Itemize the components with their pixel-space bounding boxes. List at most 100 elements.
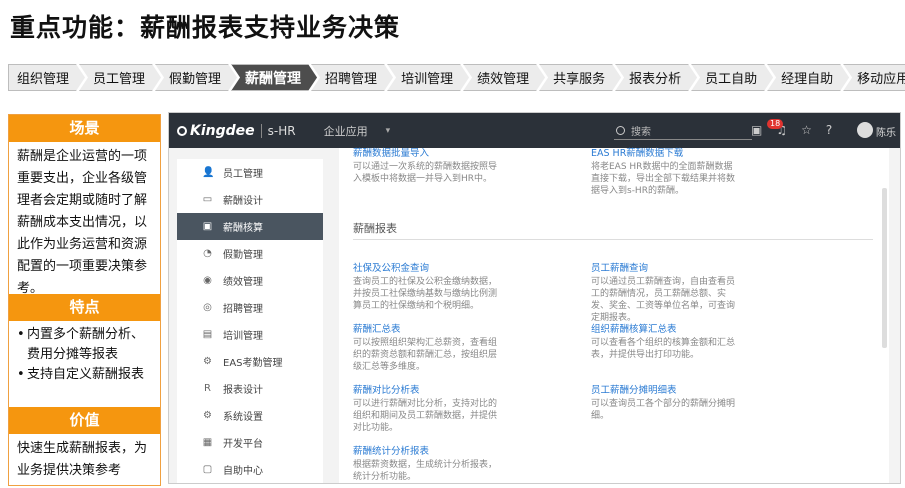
tile-title[interactable]: 薪酬对比分析表: [353, 382, 503, 396]
tile-title[interactable]: 薪酬汇总表: [353, 321, 503, 335]
top-tile[interactable]: EAS HR薪酬数据下载 将老EAS HR数据中的全面薪酬数据直接下载，导出全部…: [591, 145, 741, 197]
module-tab[interactable]: 薪酬管理: [231, 64, 317, 91]
sidebar-item-label: 假勤管理: [223, 250, 263, 261]
sidebar-item[interactable]: R 报表设计: [177, 375, 323, 402]
features-list: 内置多个薪酬分析、费用分摊等报表 支持自定义薪酬报表: [9, 321, 160, 407]
eas-icon: ⚙: [203, 356, 212, 367]
sidebar-item-label: 自助中心: [223, 466, 263, 477]
app-screenshot: Kingdee s-HR 企业应用 ▾ 搜索 ▣ ♫ ☆ ? 18 陈乐 👤 员工…: [168, 112, 901, 484]
module-tab[interactable]: 组织管理: [8, 64, 85, 91]
feature-item: 内置多个薪酬分析、费用分摊等报表: [17, 325, 154, 365]
tile-title[interactable]: 员工薪酬查询: [591, 260, 741, 274]
sidebar-item[interactable]: ▣ 薪酬核算: [177, 213, 323, 240]
kingdee-logo[interactable]: Kingdee: [177, 123, 255, 139]
sidebar-item-label: 培训管理: [223, 331, 263, 342]
module-tab[interactable]: 假勤管理: [155, 64, 237, 91]
user-name[interactable]: 陈乐: [876, 124, 896, 139]
sidebar-item[interactable]: ▦ 开发平台: [177, 429, 323, 456]
product-name: s-HR: [260, 123, 296, 138]
sidebar-item[interactable]: ◉ 绩效管理: [177, 267, 323, 294]
sidebar-item[interactable]: ▭ 薪酬设计: [177, 186, 323, 213]
module-tab[interactable]: 报表分析: [615, 64, 697, 91]
help-icon[interactable]: ?: [826, 123, 832, 137]
settings-icon: ⚙: [203, 410, 212, 421]
report-tile[interactable]: 薪酬汇总表 可以按照组织架构汇总薪资，查看组织的薪资总额和薪酬汇总，按组织层级汇…: [353, 321, 503, 373]
sidebar-item-label: 员工管理: [223, 169, 263, 180]
avatar[interactable]: [857, 122, 873, 138]
sidebar-item-label: 招聘管理: [223, 304, 263, 315]
module-tab[interactable]: 员工管理: [79, 64, 161, 91]
tile-desc: 可以通过员工薪酬查询，自由查看员工的薪酬情况，员工薪酬总额、实发、奖金、工资等单…: [591, 277, 736, 323]
chevron-down-icon[interactable]: ▾: [386, 126, 391, 136]
report-icon: R: [204, 383, 211, 394]
self-icon: ▢: [202, 464, 213, 475]
star-icon[interactable]: ☆: [801, 123, 812, 137]
content-area: 薪酬数据批量导入 可以通过一次系统的薪酬数据按照导入模板中将数据一并导入到HR中…: [339, 145, 889, 483]
tile-desc: 可以查询员工各个部分的薪酬分摊明细。: [591, 399, 736, 421]
apps-menu[interactable]: 企业应用: [324, 123, 368, 139]
report-tile[interactable]: 组织薪酬核算汇总表 可以查看各个组织的核算金额和汇总表，并提供导出打印功能。: [591, 321, 741, 361]
tile-desc: 可以按照组织架构汇总薪资，查看组织的薪资总额和薪酬汇总，按组织层级汇总等多维度。: [353, 338, 498, 372]
logo-icon: [177, 125, 187, 136]
logo-text: Kingdee: [190, 122, 255, 139]
page-title: 重点功能：薪酬报表支持业务决策: [10, 13, 401, 42]
section-title: 薪酬报表: [353, 222, 397, 235]
top-tile[interactable]: 薪酬数据批量导入 可以通过一次系统的薪酬数据按照导入模板中将数据一并导入到HR中…: [353, 145, 503, 185]
attendance-icon: ◔: [203, 248, 212, 259]
sidebar-item-label: EAS考勤管理: [223, 358, 283, 369]
tile-title[interactable]: 薪酬数据批量导入: [353, 145, 503, 159]
sidebar-item-label: 薪酬设计: [223, 196, 263, 207]
tile-desc: 将老EAS HR数据中的全面薪酬数据直接下载，导出全部下载结果并将数据导入到s-…: [591, 162, 736, 196]
module-tab[interactable]: 绩效管理: [463, 64, 545, 91]
topbar-icons: ▣ ♫ ☆ ?: [751, 123, 832, 137]
recruit-icon: ◎: [203, 302, 212, 313]
tile-title[interactable]: 组织薪酬核算汇总表: [591, 321, 741, 335]
report-tile[interactable]: 员工薪酬分摊明细表 可以查询员工各个部分的薪酬分摊明细。: [591, 382, 741, 422]
tile-desc: 可以通过一次系统的薪酬数据按照导入模板中将数据一并导入到HR中。: [353, 162, 498, 184]
sidebar-item-label: 系统设置: [223, 412, 263, 423]
section-divider: [353, 239, 873, 240]
search-placeholder: 搜索: [631, 127, 651, 138]
notification-badge: 18: [767, 119, 784, 129]
scrollbar[interactable]: [882, 188, 887, 348]
module-tab[interactable]: 员工自助: [691, 64, 773, 91]
task-icon[interactable]: ▣: [751, 123, 762, 137]
value-heading: 价值: [9, 407, 160, 434]
tile-title[interactable]: 员工薪酬分摊明细表: [591, 382, 741, 396]
sidebar-item[interactable]: ◔ 假勤管理: [177, 240, 323, 267]
sidebar-item-label: 报表设计: [223, 385, 263, 396]
sidebar-item[interactable]: ▢ 自助中心: [177, 456, 323, 483]
report-tile[interactable]: 员工薪酬查询 可以通过员工薪酬查询，自由查看员工的薪酬情况，员工薪酬总额、实发、…: [591, 260, 741, 324]
sidebar-item[interactable]: 👤 员工管理: [177, 159, 323, 186]
module-tab[interactable]: 经理自助: [767, 64, 849, 91]
report-tile[interactable]: 薪酬统计分析报表 根据薪资数据，生成统计分析报表，统计分析功能。: [353, 443, 503, 483]
sidebar-item-label: 绩效管理: [223, 277, 263, 288]
salary-icon: ▣: [202, 221, 213, 232]
module-tab[interactable]: 培训管理: [387, 64, 469, 91]
scene-heading: 场景: [9, 115, 160, 142]
app-sidebar: 👤 员工管理 ▭ 薪酬设计 ▣ 薪酬核算 ◔ 假勤管理 ◉ 绩效管理 ◎ 招聘管理 ▤ 培训管理 ⚙ EAS考…: [177, 159, 323, 483]
report-tile[interactable]: 社保及公积金查询 查询员工的社保及公积金缴纳数据，并按员工社保缴纳基数与缴纳比例…: [353, 260, 503, 312]
platform-icon: ▦: [202, 437, 213, 448]
module-tab[interactable]: 移动应用: [843, 64, 905, 91]
design-icon: ▭: [202, 194, 213, 205]
module-tab[interactable]: 招聘管理: [311, 64, 393, 91]
sidebar-item[interactable]: ▤ 培训管理: [177, 321, 323, 348]
value-text: 快速生成薪酬报表，为业务提供决策参考: [17, 441, 148, 478]
tile-desc: 根据薪资数据，生成统计分析报表，统计分析功能。: [353, 460, 498, 482]
tile-title[interactable]: 薪酬统计分析报表: [353, 443, 503, 457]
sidebar-item[interactable]: ⚙ 系统设置: [177, 402, 323, 429]
tile-title[interactable]: 社保及公积金查询: [353, 260, 503, 274]
search-input[interactable]: 搜索: [614, 122, 752, 140]
tile-desc: 查询员工的社保及公积金缴纳数据，并按员工社保缴纳基数与缴纳比例测算员工的社保缴纳…: [353, 277, 498, 311]
performance-icon: ◉: [203, 275, 212, 286]
feature-item: 支持自定义薪酬报表: [17, 365, 154, 385]
scene-text: 薪酬是企业运营的一项重要支出，企业各级管理者会定期或随时了解薪酬成本支出情况，以…: [17, 149, 148, 296]
sidebar-item[interactable]: ◎ 招聘管理: [177, 294, 323, 321]
module-tab[interactable]: 共享服务: [539, 64, 621, 91]
module-bar: 组织管理 员工管理 假勤管理 薪酬管理 招聘管理 培训管理 绩效管理 共享服务 报表分析 员工自助…: [8, 64, 905, 91]
info-panel: 场景 薪酬是企业运营的一项重要支出，企业各级管理者会定期或随时了解薪酬成本支出情…: [8, 114, 161, 486]
report-tile[interactable]: 薪酬对比分析表 可以进行薪酬对比分析，支持对比的组织和期间及员工薪酬数据，并提供…: [353, 382, 503, 434]
sidebar-item[interactable]: ⚙ EAS考勤管理: [177, 348, 323, 375]
tile-title[interactable]: EAS HR薪酬数据下载: [591, 145, 741, 159]
